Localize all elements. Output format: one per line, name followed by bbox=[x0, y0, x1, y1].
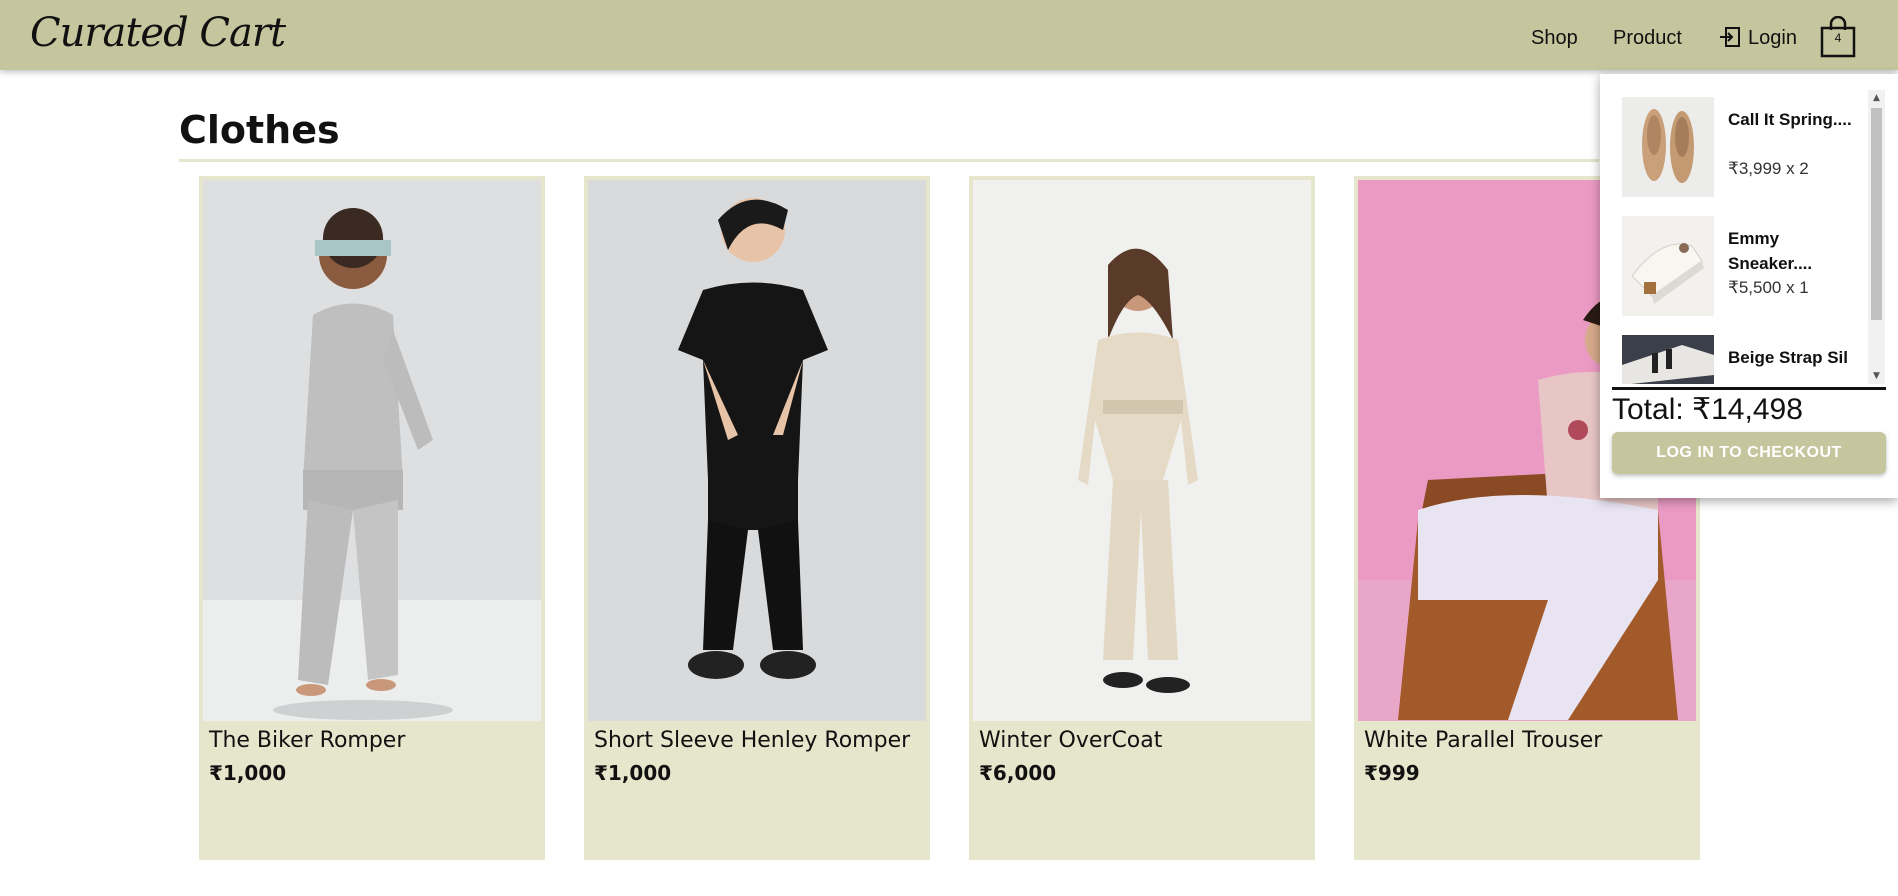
product-name: The Biker Romper bbox=[209, 728, 406, 753]
cart-total: Total: ₹14,498 bbox=[1612, 393, 1803, 426]
cart-item-thumbnail bbox=[1622, 97, 1714, 197]
scroll-thumb[interactable] bbox=[1871, 108, 1882, 320]
cart-item-price-qty: ₹5,500 x 1 bbox=[1728, 278, 1809, 297]
cart-item-list: Call It Spring.... ₹3,999 x 2 Emmy Sneak… bbox=[1600, 84, 1878, 384]
brand-logo[interactable]: Curated Cart bbox=[30, 10, 286, 56]
product-card[interactable]: The Biker Romper ₹1,000 bbox=[199, 176, 545, 860]
product-card[interactable]: Short Sleeve Henley Romper ₹1,000 bbox=[584, 176, 930, 860]
scroll-up-arrow-icon[interactable]: ▲ bbox=[1868, 90, 1885, 106]
product-image bbox=[973, 180, 1311, 721]
checkout-button[interactable]: LOG IN TO CHECKOUT bbox=[1612, 432, 1886, 474]
page-title: Clothes bbox=[179, 108, 340, 152]
cart-item-name: Emmy Sneaker.... bbox=[1728, 229, 1813, 273]
cart-count-badge: 4 bbox=[1834, 31, 1842, 45]
cart-item-thumbnail bbox=[1622, 216, 1714, 316]
product-name: White Parallel Trouser bbox=[1364, 728, 1603, 753]
cart-item-thumbnail bbox=[1622, 335, 1714, 384]
cart-item[interactable]: Emmy Sneaker.... ₹5,500 x 1 bbox=[1622, 216, 1872, 316]
product-name: Short Sleeve Henley Romper bbox=[594, 728, 911, 753]
cart-divider bbox=[1612, 387, 1886, 390]
nav-login-link[interactable]: Login bbox=[1748, 27, 1797, 50]
cart-scrollbar[interactable]: ▲ ▼ bbox=[1868, 90, 1885, 384]
product-price: ₹6,000 bbox=[979, 761, 1057, 785]
cart-item-name: Beige Strap Sil bbox=[1728, 348, 1848, 367]
cart-button[interactable]: 4 bbox=[1820, 15, 1856, 58]
nav-product-link[interactable]: Product bbox=[1613, 27, 1682, 50]
product-image bbox=[203, 180, 541, 721]
title-divider bbox=[179, 159, 1599, 162]
product-price: ₹1,000 bbox=[209, 761, 287, 785]
navbar: Curated Cart Shop Product Login 4 bbox=[0, 0, 1898, 70]
product-card[interactable]: Winter OverCoat ₹6,000 bbox=[969, 176, 1315, 860]
cart-item[interactable]: Beige Strap Sil bbox=[1622, 335, 1872, 384]
login-icon[interactable] bbox=[1718, 25, 1742, 49]
cart-item-price-qty: ₹3,999 x 2 bbox=[1728, 159, 1809, 178]
product-price: ₹1,000 bbox=[594, 761, 672, 785]
cart-item[interactable]: Call It Spring.... ₹3,999 x 2 bbox=[1622, 97, 1872, 197]
cart-item-name: Call It Spring.... bbox=[1728, 110, 1852, 129]
product-image bbox=[588, 180, 926, 721]
nav-shop-link[interactable]: Shop bbox=[1531, 27, 1578, 50]
scroll-down-arrow-icon[interactable]: ▼ bbox=[1868, 368, 1885, 384]
product-price: ₹999 bbox=[1364, 761, 1420, 785]
product-name: Winter OverCoat bbox=[979, 728, 1163, 753]
